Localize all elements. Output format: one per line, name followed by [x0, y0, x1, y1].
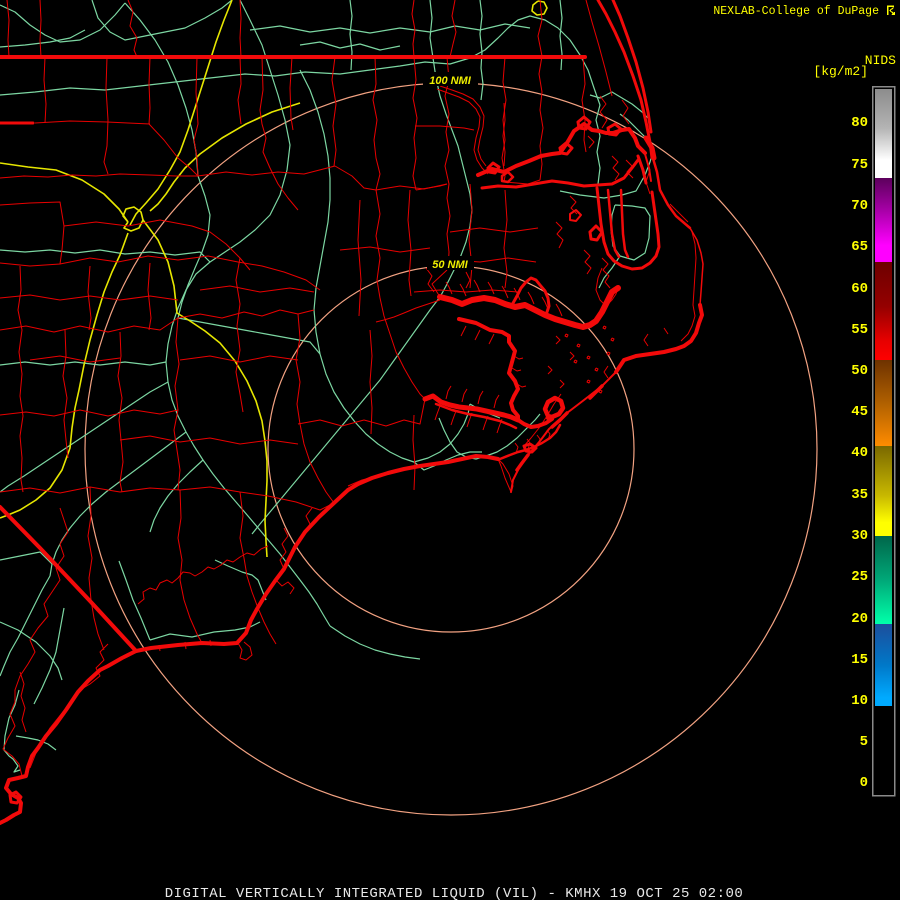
svg-text:25: 25: [851, 569, 868, 585]
svg-text:50: 50: [851, 363, 868, 379]
svg-text:NIDS: NIDS: [865, 53, 896, 68]
svg-text:60: 60: [851, 281, 868, 297]
svg-text:35: 35: [851, 487, 868, 503]
svg-text:30: 30: [851, 528, 868, 544]
svg-text:55: 55: [851, 322, 868, 338]
svg-text:70: 70: [851, 198, 868, 214]
svg-text:0: 0: [860, 775, 868, 791]
svg-text:DIGITAL VERTICALLY INTEGRATED: DIGITAL VERTICALLY INTEGRATED LIQUID (VI…: [165, 886, 744, 900]
svg-text:65: 65: [851, 239, 868, 255]
svg-text:20: 20: [851, 611, 868, 627]
svg-text:15: 15: [851, 652, 868, 668]
svg-text:5: 5: [860, 734, 868, 750]
svg-text:45: 45: [851, 404, 868, 420]
svg-text:75: 75: [851, 157, 868, 173]
svg-text:100 NMI: 100 NMI: [429, 75, 472, 87]
svg-text:50 NMI: 50 NMI: [432, 259, 468, 271]
svg-text:NEXLAB-College of DuPage: NEXLAB-College of DuPage: [713, 5, 879, 18]
svg-text:80: 80: [851, 115, 868, 131]
svg-text:40: 40: [851, 445, 868, 461]
svg-text:[kg/m2]: [kg/m2]: [813, 64, 868, 79]
svg-text:10: 10: [851, 693, 868, 709]
